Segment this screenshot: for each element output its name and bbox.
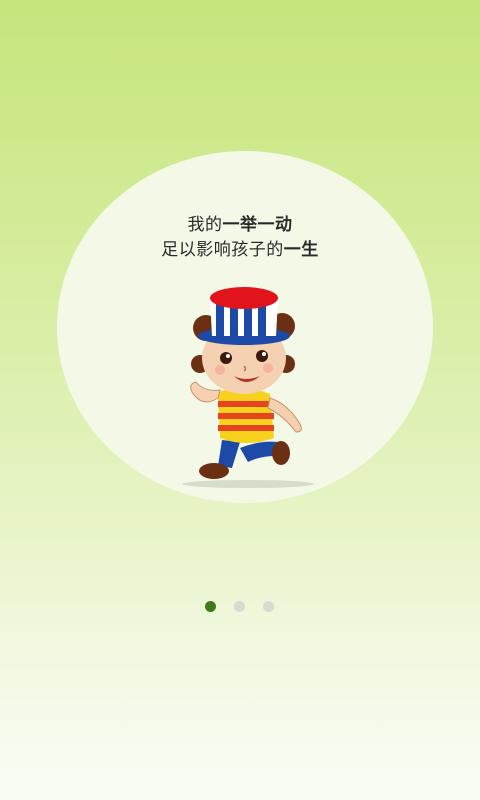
page-indicator xyxy=(0,601,480,613)
slogan-line-2: 足以影响孩子的一生 xyxy=(0,235,480,260)
slogan-line-1-prefix: 我的 xyxy=(187,215,223,235)
splash-screen[interactable]: 我的一举一动 足以影响孩子的一生 xyxy=(0,0,480,800)
page-dot-2[interactable] xyxy=(234,601,245,612)
page-dot-1[interactable] xyxy=(205,601,216,612)
slogan-line-2-emphasis: 一生 xyxy=(283,240,319,260)
page-dot-3[interactable] xyxy=(263,601,274,612)
running-mascot-icon xyxy=(182,287,314,488)
slogan-line-2-prefix: 足以影响孩子的 xyxy=(161,240,284,260)
slogan-line-1: 我的一举一动 xyxy=(0,210,480,235)
slogan-line-1-emphasis: 一举一动 xyxy=(222,215,293,235)
